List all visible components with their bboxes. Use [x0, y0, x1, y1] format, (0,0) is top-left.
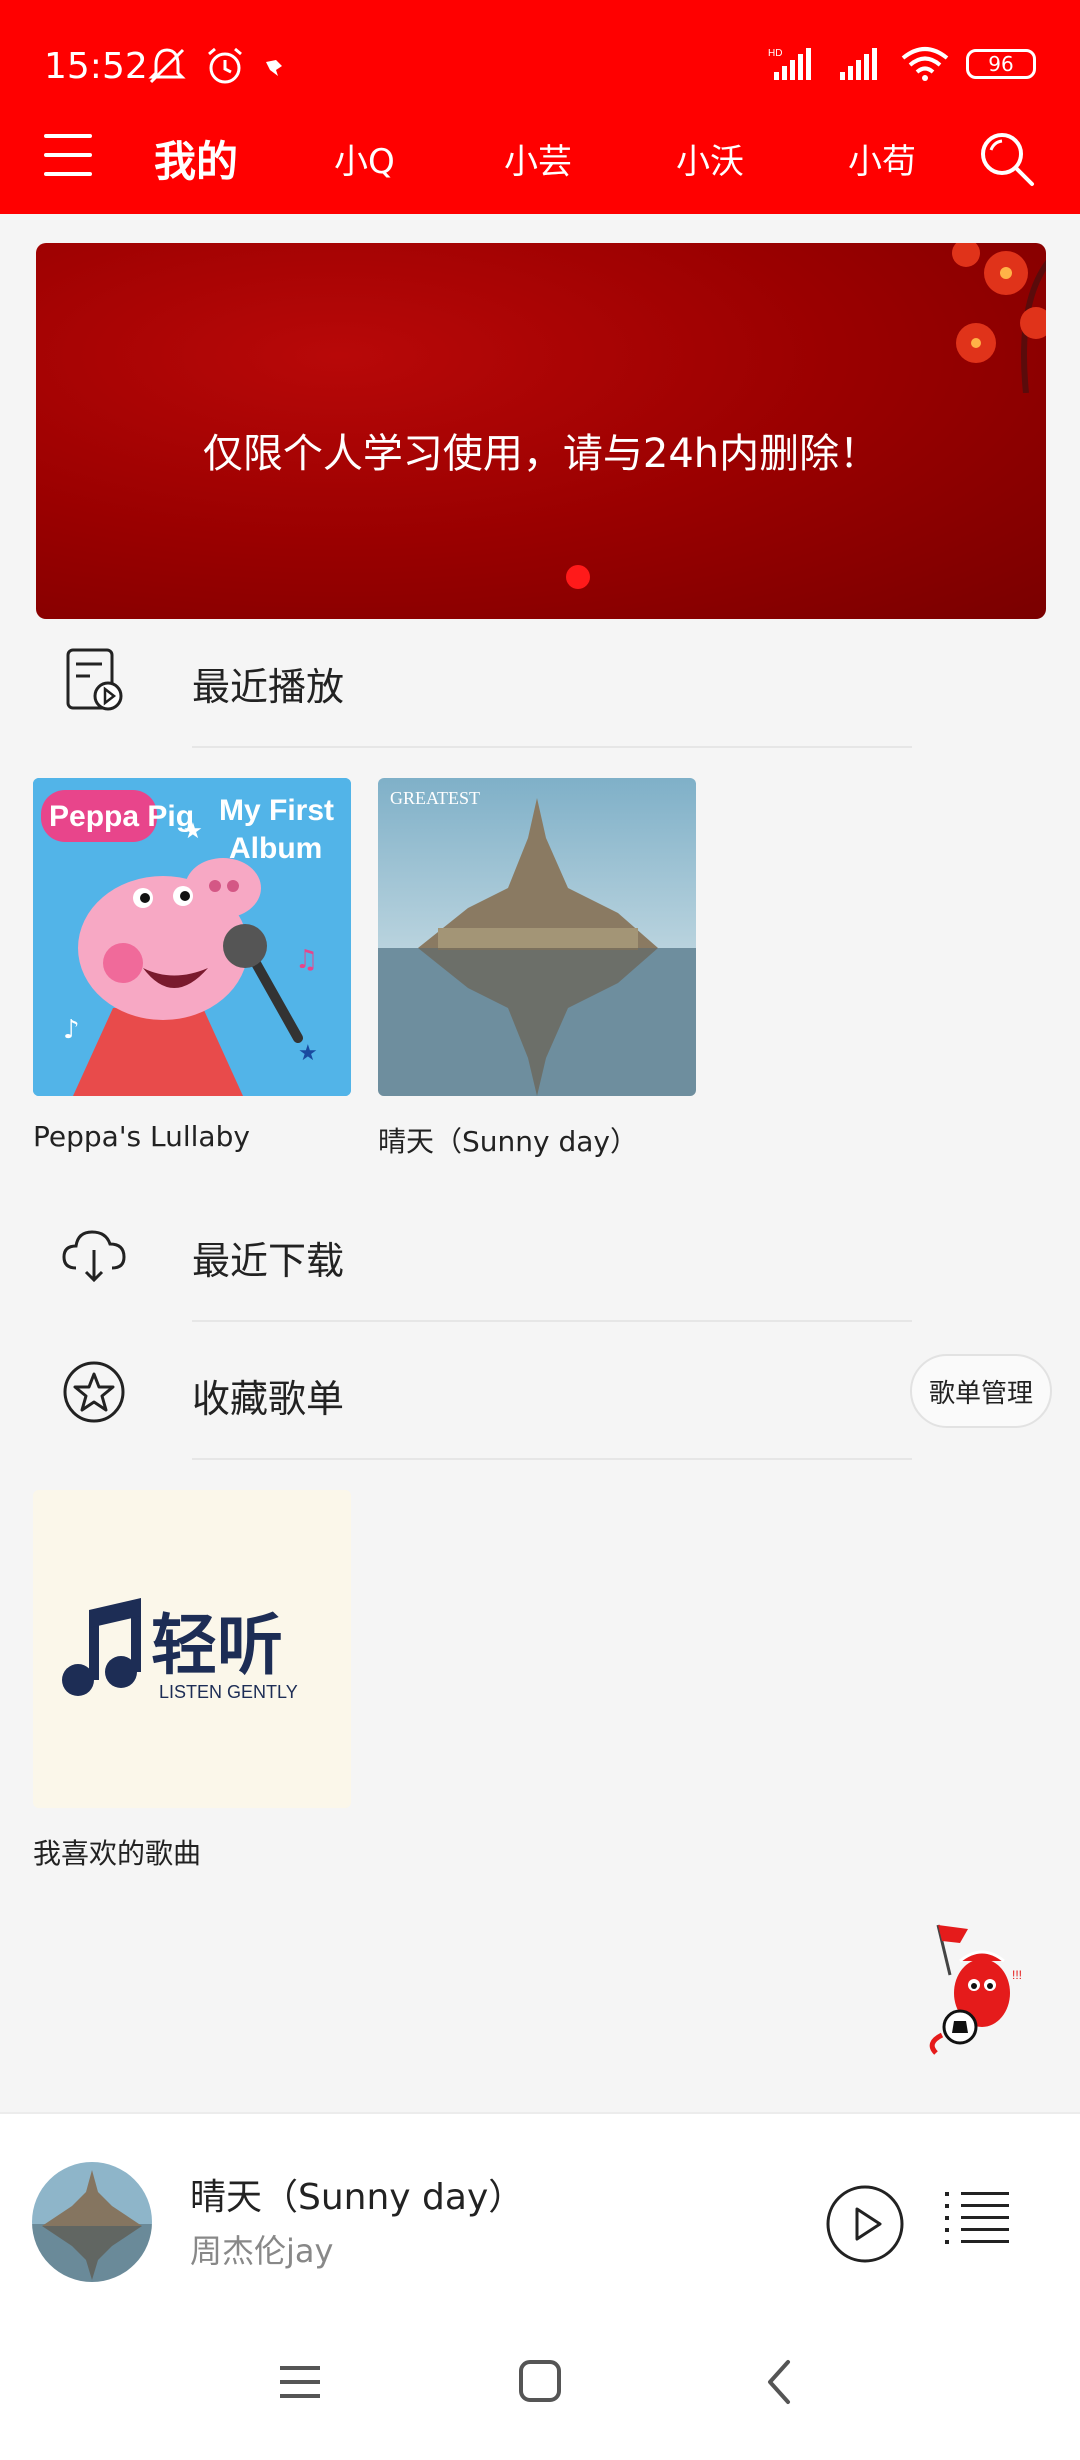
cover-text-my-first: My First: [219, 794, 334, 827]
player-artist: 周杰伦jay: [190, 2232, 334, 2270]
logo-subtext: LISTEN GENTLY: [159, 1682, 298, 1702]
svg-text:!!!: !!!: [1012, 1968, 1022, 1982]
battery-level: 96: [988, 52, 1014, 76]
divider: [192, 1320, 912, 1322]
app-header: 15:52 HD 96 我的 小Q 小芸 小沃 小苟: [0, 0, 1080, 214]
hd-signal-icon: HD: [768, 48, 811, 80]
status-bar: 15:52 HD 96: [0, 0, 1080, 136]
status-right-icons: HD 96: [768, 46, 1036, 82]
mini-player[interactable]: 晴天（Sunny day） 周杰伦jay: [0, 2112, 1080, 2302]
tab-xiaogou[interactable]: 小苟: [848, 134, 916, 183]
system-nav-bar: [0, 2302, 1080, 2460]
svg-text:HD: HD: [768, 48, 782, 59]
tab-bar: 我的 小Q 小芸 小沃 小苟: [0, 120, 1080, 214]
peppa-cover-art: Peppa Pig My First Album ♪ ♫ ★ ★: [33, 778, 351, 1096]
playlist-cover-favorites[interactable]: 轻听 LISTEN GENTLY: [33, 1490, 351, 1808]
album-cover-sunny-day[interactable]: GREATEST: [378, 778, 696, 1096]
alarm-icon: [208, 47, 242, 84]
recent-play-label: 最近播放: [192, 665, 345, 709]
promo-banner[interactable]: 仅限个人学习使用，请与24h内删除！: [36, 243, 1046, 619]
logo-text: 轻听: [151, 1607, 283, 1684]
app-notification-icon: [266, 60, 282, 76]
signal-icon: [840, 48, 877, 80]
menu-icon[interactable]: [44, 134, 98, 180]
recent-apps-icon[interactable]: [270, 2354, 330, 2410]
svg-text:★: ★: [298, 1041, 318, 1066]
divider: [192, 746, 912, 748]
cover-text-greatest: GREATEST: [390, 788, 480, 808]
player-song-title: 晴天（Sunny day）: [190, 2177, 525, 2218]
favorite-playlists-row[interactable]: 收藏歌单 歌单管理: [0, 1324, 1080, 1460]
listen-gently-logo: 轻听 LISTEN GENTLY: [33, 1490, 351, 1808]
star-icon: [63, 1361, 125, 1423]
svg-text:♪: ♪: [63, 1015, 80, 1045]
home-icon[interactable]: [510, 2354, 570, 2410]
sunny-day-cover-art: GREATEST: [378, 778, 696, 1096]
album-cover-peppa[interactable]: Peppa Pig My First Album ♪ ♫ ★ ★: [33, 778, 351, 1096]
album-caption-peppa: Peppa's Lullaby: [33, 1120, 250, 1153]
player-cover-art: [32, 2162, 152, 2282]
status-time: 15:52: [44, 46, 148, 87]
wifi-icon: [901, 47, 949, 81]
cloud-download-icon: [62, 1230, 126, 1283]
tab-mine[interactable]: 我的: [154, 128, 238, 189]
plum-blossom-decoration: [952, 243, 1046, 393]
recent-play-row[interactable]: 最近播放: [0, 612, 1080, 748]
tab-xiaowo[interactable]: 小沃: [676, 134, 744, 183]
tab-xiaoyun[interactable]: 小芸: [504, 134, 572, 183]
recent-download-row[interactable]: 最近下载: [0, 1186, 1080, 1322]
mascot-icon[interactable]: !!!: [920, 1915, 1060, 2055]
mute-icon: [148, 48, 186, 84]
svg-text:♫: ♫: [295, 945, 318, 975]
battery-icon: 96: [966, 49, 1036, 79]
play-button[interactable]: [825, 2184, 905, 2264]
playlist-caption-favorites: 我喜欢的歌曲: [33, 1837, 202, 1870]
banner-text: 仅限个人学习使用，请与24h内删除！: [202, 431, 880, 477]
playlist-queue-icon[interactable]: [945, 2190, 1013, 2250]
svg-text:★: ★: [183, 819, 203, 844]
album-caption-sunny-day: 晴天（Sunny day）: [378, 1125, 638, 1158]
cover-text-album: Album: [229, 832, 322, 865]
tab-xiaoq[interactable]: 小Q: [334, 134, 395, 183]
recent-play-icon: [66, 648, 123, 711]
recent-download-label: 最近下载: [192, 1239, 345, 1283]
player-cover[interactable]: [32, 2162, 152, 2282]
back-icon[interactable]: [750, 2354, 810, 2410]
divider: [192, 1458, 912, 1460]
favorite-playlists-label: 收藏歌单: [192, 1377, 345, 1421]
playlist-manage-button[interactable]: 歌单管理: [910, 1354, 1052, 1428]
cover-text-peppa: Peppa Pig: [49, 800, 194, 833]
banner-page-indicator: [566, 565, 590, 589]
search-icon[interactable]: [976, 128, 1036, 188]
